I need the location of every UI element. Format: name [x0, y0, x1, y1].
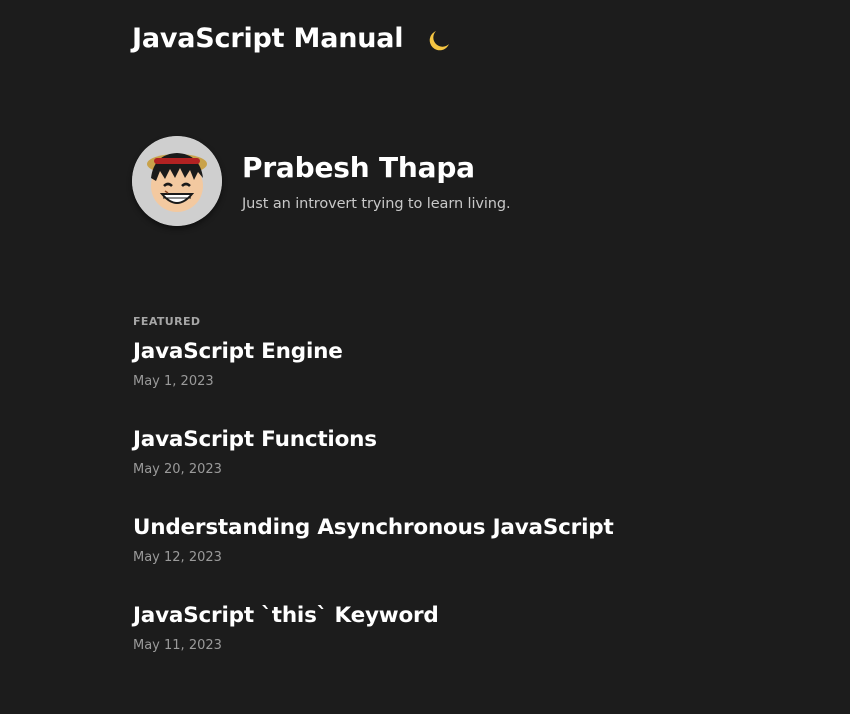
post-title-link[interactable]: JavaScript Engine [133, 338, 343, 366]
author-bio: Prabesh Thapa Just an introvert trying t… [132, 136, 511, 226]
author-name: Prabesh Thapa [242, 151, 475, 184]
post-date: May 11, 2023 [133, 638, 222, 653]
post-date: May 20, 2023 [133, 462, 222, 477]
post-item: Understanding Asynchronous JavaScript Ma… [133, 514, 733, 566]
post-title-link[interactable]: Understanding Asynchronous JavaScript [133, 514, 614, 542]
post-date: May 1, 2023 [133, 374, 214, 389]
moon-icon [430, 31, 450, 51]
page: JavaScript Manual Prabesh Thapa Just an … [0, 0, 850, 714]
site-title-link[interactable]: JavaScript Manual [132, 23, 404, 54]
author-tagline: Just an introvert trying to learn living… [242, 196, 511, 212]
post-item: JavaScript Engine May 1, 2023 [133, 330, 733, 390]
post-item: JavaScript `this` Keyword May 11, 2023 [133, 602, 733, 654]
post-item: JavaScript Functions May 20, 2023 [133, 426, 733, 478]
avatar [132, 136, 222, 226]
featured-label: FEATURED [133, 315, 201, 328]
bio-text: Prabesh Thapa Just an introvert trying t… [242, 136, 511, 212]
theme-toggle-button[interactable] [427, 27, 453, 53]
post-title-link[interactable]: JavaScript Functions [133, 426, 377, 454]
post-list: FEATURED JavaScript Engine May 1, 2023 J… [133, 314, 733, 654]
post-title-link[interactable]: JavaScript `this` Keyword [133, 602, 439, 630]
site-header: JavaScript Manual [132, 18, 453, 58]
post-date: May 12, 2023 [133, 550, 222, 565]
avatar-image [132, 136, 222, 226]
